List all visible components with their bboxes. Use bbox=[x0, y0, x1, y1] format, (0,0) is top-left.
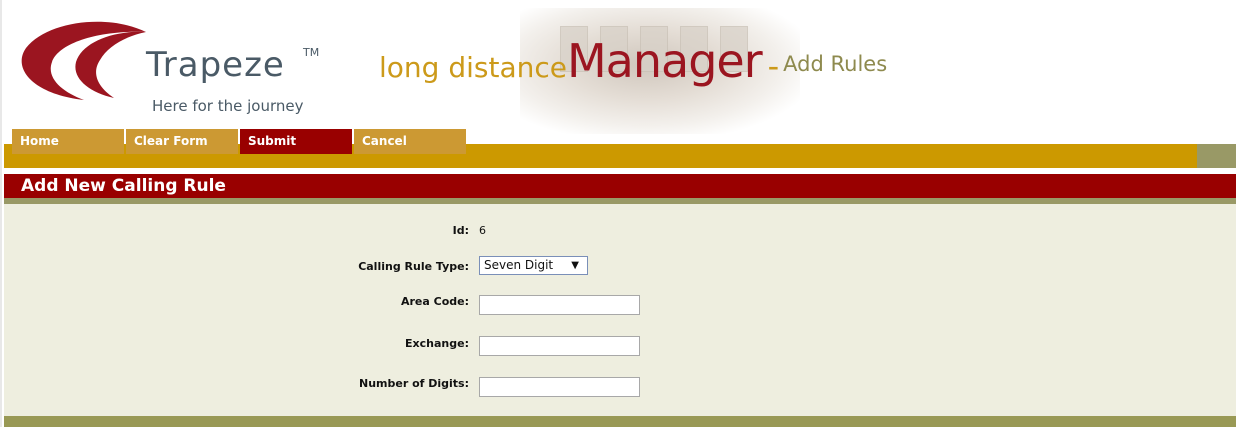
footer-bar bbox=[4, 416, 1236, 427]
app-title: long distanceManager - Add Rules bbox=[379, 38, 887, 84]
calling-rule-type-select[interactable]: Seven Digit ▼ bbox=[479, 256, 588, 275]
calling-rule-type-value: Seven Digit bbox=[484, 258, 554, 272]
brand-tagline: Here for the journey bbox=[152, 97, 304, 115]
home-button[interactable]: Home bbox=[12, 129, 124, 154]
exchange-input[interactable] bbox=[479, 336, 640, 356]
swoosh-logo-icon bbox=[21, 21, 146, 100]
area-code-label: Area Code: bbox=[400, 295, 469, 308]
brand-name: Trapeze bbox=[146, 45, 285, 85]
id-label: Id: bbox=[452, 224, 469, 237]
submit-button[interactable]: Submit bbox=[240, 129, 352, 154]
toolbar-bar-end bbox=[1197, 144, 1236, 168]
number-of-digits-input[interactable] bbox=[479, 377, 640, 397]
app-title-dash: - bbox=[767, 47, 780, 85]
number-of-digits-label: Number of Digits: bbox=[358, 377, 469, 390]
section-heading: Add New Calling Rule bbox=[21, 176, 226, 196]
cancel-button[interactable]: Cancel bbox=[354, 129, 466, 154]
triangle-down-icon: ▼ bbox=[571, 260, 579, 271]
app-title-long-distance: long distance bbox=[379, 51, 567, 84]
id-value: 6 bbox=[479, 224, 486, 237]
left-edge bbox=[0, 0, 2, 427]
clear-form-button[interactable]: Clear Form bbox=[126, 129, 238, 154]
area-code-input[interactable] bbox=[479, 295, 640, 315]
app-title-manager: Manager bbox=[566, 34, 763, 88]
section-heading-bar: Add New Calling Rule bbox=[4, 174, 1236, 198]
calling-rule-type-label: Calling Rule Type: bbox=[358, 260, 469, 273]
exchange-label: Exchange: bbox=[405, 337, 469, 350]
page-title: Add Rules bbox=[783, 52, 888, 76]
brand-trademark: TM bbox=[303, 46, 320, 59]
